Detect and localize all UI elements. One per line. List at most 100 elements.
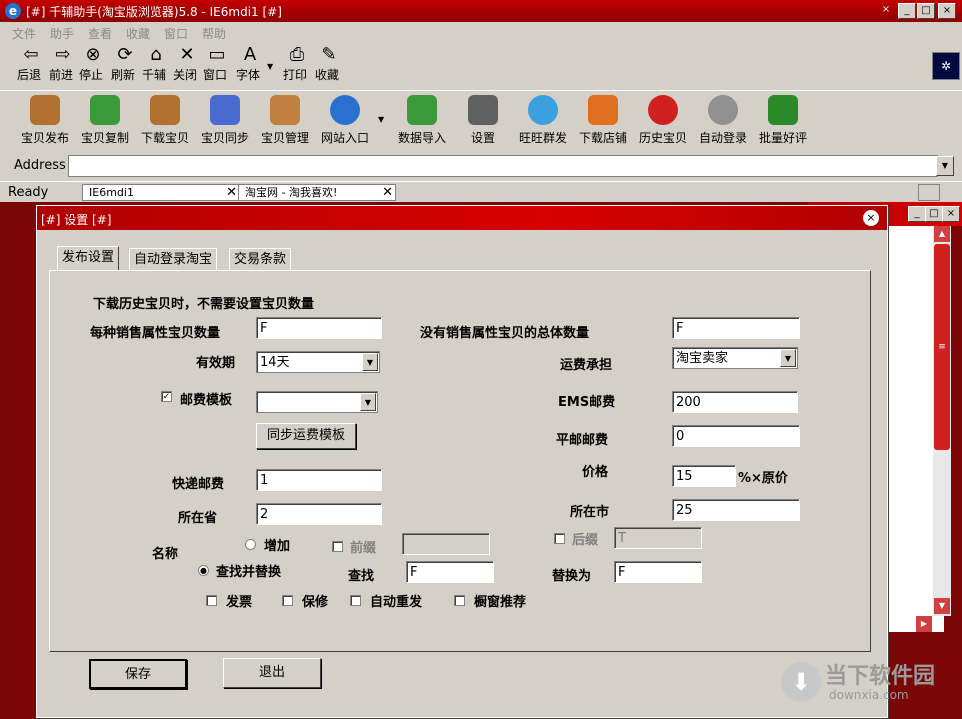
price-input[interactable]: 15 (672, 465, 736, 487)
address-input[interactable] (68, 155, 938, 177)
window-button[interactable]: ▭ 窗口 (203, 44, 230, 83)
sync-icon (210, 95, 240, 125)
auto-login-icon (708, 95, 738, 125)
express-input[interactable]: 1 (256, 469, 382, 491)
scroll-down-icon[interactable]: ▼ (934, 598, 950, 614)
ems-input[interactable]: 200 (672, 391, 798, 413)
back-button[interactable]: ⇦ 后退 (17, 44, 44, 83)
close-icon: ✕ (179, 44, 195, 65)
suffix-input[interactable]: T (614, 527, 702, 549)
copy-button[interactable]: 宝贝复制 (80, 95, 130, 146)
tab-taobao[interactable]: 淘宝网 - 淘我喜欢! ✕ (238, 184, 396, 201)
suffix-checkbox[interactable] (554, 533, 565, 544)
scroll-thumb[interactable]: ≡ (934, 244, 950, 450)
tab-publish-settings[interactable]: 发布设置 (57, 246, 120, 271)
warranty-label: 保修 (302, 595, 329, 610)
stop-icon: ⊗ (85, 44, 101, 65)
scroll-up-icon[interactable]: ▲ (934, 226, 950, 242)
menu-help[interactable]: 帮助 (202, 25, 226, 42)
tab-ie6mdi1[interactable]: IE6mdi1 ✕ (82, 184, 240, 201)
minimize-button[interactable]: _ (898, 3, 916, 19)
sync-button[interactable]: 宝贝同步 (200, 95, 250, 146)
window-recommend-checkbox[interactable] (454, 595, 465, 606)
auto-login-button[interactable]: 自动登录 (698, 95, 748, 146)
replace-radio[interactable]: ● (198, 565, 209, 576)
home-button[interactable]: ⌂ 千辅 (142, 44, 169, 83)
print-icon: ⎙ (289, 44, 305, 65)
site-entry-button[interactable]: 网站入口 (320, 95, 370, 146)
favorite-button[interactable]: ✎ 收藏 (315, 44, 342, 83)
forward-button[interactable]: ⇨ 前进 (49, 44, 76, 83)
price-suffix: %×原价 (738, 471, 788, 486)
menu-file[interactable]: 文件 (12, 25, 36, 42)
chevron-down-icon[interactable]: ▼ (780, 349, 796, 367)
auto-repost-checkbox[interactable] (350, 595, 361, 606)
address-label: Address (14, 158, 66, 173)
watermark-title: 当下软件园 (825, 664, 936, 689)
vertical-scrollbar[interactable]: ▲ ≡ ▼ (933, 226, 951, 616)
replace-with-input[interactable]: F (614, 561, 702, 583)
prefix-label: 前缀 (350, 541, 377, 556)
maximize-button[interactable]: □ (917, 3, 935, 19)
suffix-label: 后缀 (572, 533, 599, 548)
close-tab-icon[interactable]: ✕ (226, 185, 237, 200)
font-dropdown-icon[interactable]: ▼ (267, 62, 273, 71)
refresh-button[interactable]: ⟳ 刷新 (111, 44, 138, 83)
menu-favorites[interactable]: 收藏 (126, 25, 150, 42)
inner-minimize-button[interactable]: _ (908, 206, 926, 222)
invoice-checkbox[interactable] (206, 595, 217, 606)
font-button[interactable]: A 字体 (236, 44, 263, 83)
replace-label: 查找并替换 (216, 565, 282, 580)
prefix-checkbox[interactable] (332, 541, 343, 552)
exit-button[interactable]: 退出 (223, 658, 321, 688)
download-button[interactable]: 下载宝贝 (140, 95, 190, 146)
history-button[interactable]: 历史宝贝 (638, 95, 688, 146)
chevron-down-icon[interactable]: ▼ (360, 393, 376, 411)
close-tab-icon[interactable]: ✕ (382, 185, 393, 200)
copy-icon (90, 95, 120, 125)
province-input[interactable]: 2 (256, 503, 382, 525)
normal-mail-input[interactable]: 0 (672, 425, 800, 447)
sync-postage-button[interactable]: 同步运费模板 (256, 423, 356, 449)
wangwang-button[interactable]: 旺旺群发 (518, 95, 568, 146)
inner-close-button[interactable]: × (942, 206, 960, 222)
save-button[interactable]: 保存 (89, 659, 187, 689)
shipping-label: 运费承担 (560, 358, 613, 373)
settings-button[interactable]: 设置 (466, 95, 500, 146)
postage-template-select[interactable]: ▼ (256, 391, 378, 413)
menu-assistant[interactable]: 助手 (50, 25, 74, 42)
shipping-select[interactable]: 淘宝卖家 ▼ (672, 347, 798, 369)
dialog-title: [#] 设置 [#] (41, 213, 112, 227)
dialog-close-icon[interactable]: × (863, 210, 879, 226)
close-button[interactable]: × (938, 3, 956, 19)
no-attr-qty-input[interactable]: F (672, 317, 800, 339)
stop-button[interactable]: ⊗ 停止 (79, 44, 106, 83)
city-input[interactable]: 25 (672, 499, 800, 521)
import-button[interactable]: 数据导入 (396, 95, 448, 146)
site-entry-dropdown-icon[interactable]: ▼ (378, 115, 384, 124)
warranty-checkbox[interactable] (282, 595, 293, 606)
tab-trade-terms[interactable]: 交易条款 (229, 248, 292, 271)
batch-review-button[interactable]: 批量好评 (758, 95, 808, 146)
chevron-down-icon[interactable]: ▼ (362, 353, 378, 371)
publish-button[interactable]: 宝贝发布 (20, 95, 70, 146)
postage-template-checkbox[interactable]: ✓ (161, 391, 172, 402)
prefix-input[interactable] (402, 533, 490, 555)
download-shop-button[interactable]: 下载店铺 (578, 95, 628, 146)
find-input[interactable]: F (406, 561, 494, 583)
manage-button[interactable]: 宝贝管理 (260, 95, 310, 146)
province-label: 所在省 (178, 511, 218, 526)
scroll-right-icon[interactable]: ▶ (916, 616, 932, 632)
tab-auto-login[interactable]: 自动登录淘宝 (129, 248, 218, 271)
window-close-x-icon[interactable]: × (878, 3, 894, 17)
print-button[interactable]: ⎙ 打印 (283, 44, 310, 83)
inner-maximize-button[interactable]: □ (925, 206, 943, 222)
menu-view[interactable]: 查看 (88, 25, 112, 42)
close-tab-button[interactable]: ✕ 关闭 (173, 44, 200, 83)
validity-select[interactable]: 14天 ▼ (256, 351, 380, 373)
add-radio[interactable] (245, 539, 256, 550)
menu-window[interactable]: 窗口 (164, 25, 188, 42)
font-icon: A (243, 44, 257, 65)
per-attr-qty-input[interactable]: F (256, 317, 382, 339)
address-dropdown-icon[interactable]: ▼ (936, 156, 954, 176)
